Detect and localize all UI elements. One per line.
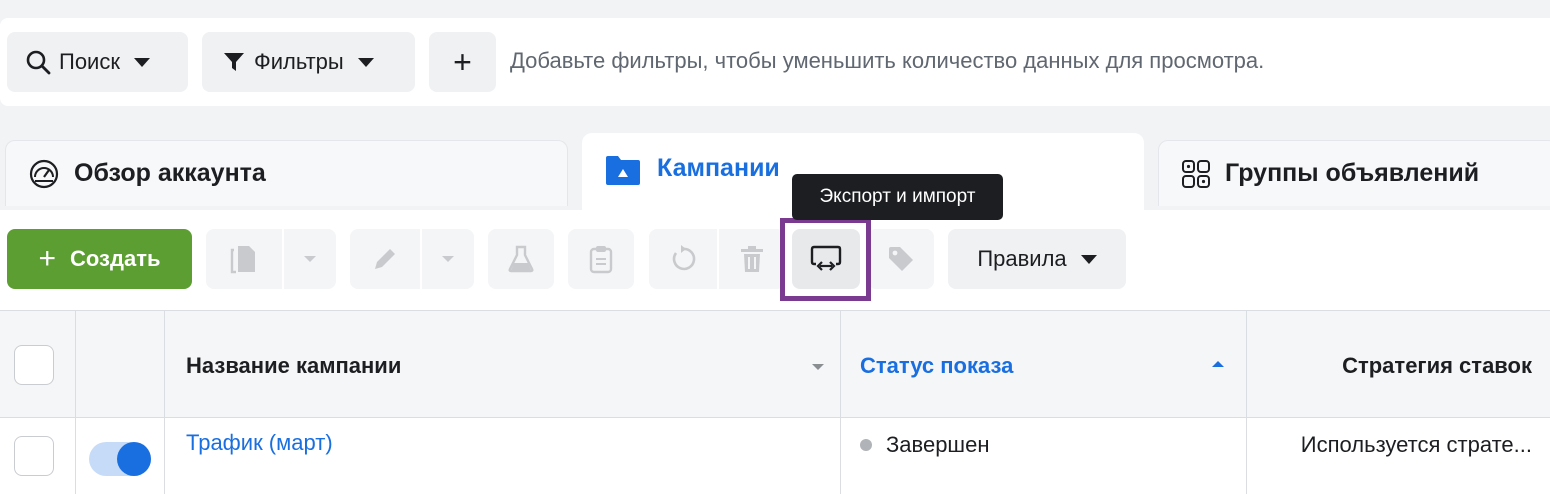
clipboard-icon (589, 246, 613, 274)
plus-icon: + (453, 43, 472, 80)
revert-button[interactable] (649, 229, 717, 289)
duplicate-menu-button[interactable] (284, 229, 336, 289)
chevron-down-icon (442, 256, 454, 262)
create-label: Создать (70, 246, 161, 271)
chevron-down-icon (133, 57, 150, 67)
search-icon (26, 50, 51, 75)
tab-label: Обзор аккаунта (74, 159, 266, 187)
flask-icon (508, 245, 534, 273)
campaign-toolbar: + Создать Правила (0, 210, 1550, 310)
dashboard-gauge-icon (29, 159, 59, 188)
tab-label: Группы объявлений (1225, 159, 1480, 187)
filters-label: Фильтры (254, 49, 344, 74)
duplicate-icon (230, 246, 255, 274)
add-filter-button[interactable]: + (429, 32, 496, 92)
refresh-icon (672, 245, 696, 271)
column-divider (840, 310, 841, 494)
duplicate-button[interactable] (206, 229, 282, 289)
column-divider (1246, 310, 1247, 494)
delivery-status: Завершен (886, 432, 990, 457)
tooltip: Экспорт и импорт (792, 174, 1003, 220)
clipboard-button[interactable] (568, 229, 634, 289)
highlight-box (780, 218, 871, 301)
campaigns-table: Название кампании Статус показа Стратеги… (0, 310, 1550, 494)
edit-menu-button[interactable] (422, 229, 474, 289)
column-divider (164, 310, 165, 494)
grid-icon (1182, 159, 1210, 188)
campaign-toggle[interactable] (89, 442, 151, 476)
filter-bar: Поиск Фильтры + Добавьте фильтры, чтобы … (0, 18, 1550, 106)
sort-ascending-icon[interactable] (1212, 361, 1224, 367)
filter-hint: Добавьте фильтры, чтобы уменьшить количе… (510, 48, 1265, 73)
tab-label: Кампании (657, 154, 780, 182)
column-header-delivery-status[interactable]: Статус показа (860, 353, 1013, 379)
rules-label: Правила (977, 246, 1067, 271)
column-header-bid-strategy[interactable]: Стратегия ставок (1342, 353, 1532, 379)
ab-test-button[interactable] (488, 229, 554, 289)
toggle-knob (117, 442, 151, 476)
tag-button[interactable] (868, 229, 934, 289)
folder-icon (606, 156, 640, 185)
trash-icon (741, 246, 763, 272)
create-button[interactable]: + Создать (7, 229, 192, 289)
column-header-campaign-name[interactable]: Название кампании (186, 353, 401, 379)
select-all-checkbox[interactable] (14, 345, 54, 385)
delete-button[interactable] (719, 229, 785, 289)
sort-indicator-icon[interactable] (812, 364, 824, 370)
row-checkbox[interactable] (14, 436, 54, 476)
tab-account-overview[interactable]: Обзор аккаунта (5, 140, 568, 206)
column-divider (75, 310, 76, 494)
search-label: Поиск (59, 49, 120, 74)
chevron-down-icon (1080, 254, 1097, 264)
tab-ad-sets[interactable]: Группы объявлений (1158, 140, 1550, 206)
ads-manager-page: Поиск Фильтры + Добавьте фильтры, чтобы … (0, 0, 1550, 494)
tag-icon (889, 247, 913, 271)
chevron-down-icon (304, 256, 316, 262)
edit-button[interactable] (350, 229, 420, 289)
rules-dropdown-button[interactable]: Правила (948, 229, 1126, 289)
pencil-icon (375, 249, 395, 269)
campaign-name-link[interactable]: Трафик (март) (186, 430, 333, 456)
chevron-down-icon (357, 57, 374, 67)
bid-strategy-value: Используется страте... (1300, 432, 1532, 457)
plus-icon: + (38, 242, 57, 275)
status-dot-icon (860, 439, 872, 451)
filter-icon (224, 53, 244, 71)
search-dropdown-button[interactable]: Поиск (7, 32, 188, 92)
filters-dropdown-button[interactable]: Фильтры (202, 32, 415, 92)
